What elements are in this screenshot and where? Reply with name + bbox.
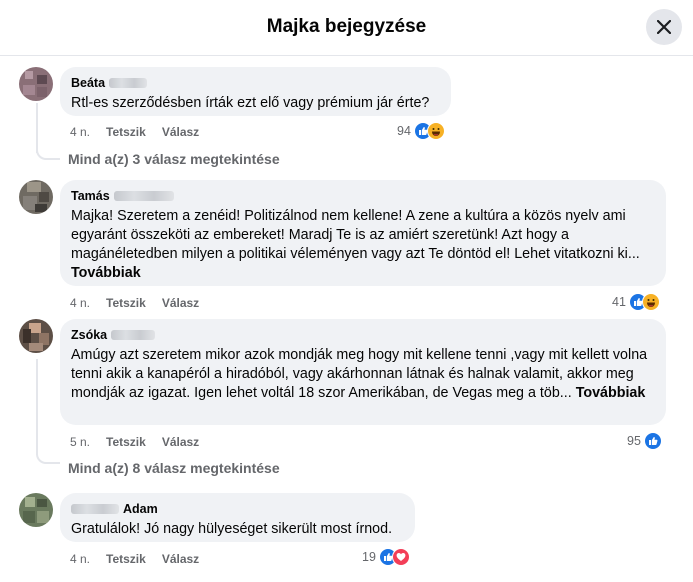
close-button[interactable]	[646, 9, 682, 45]
reaction-count: 41	[612, 295, 626, 309]
comment-text: Amúgy azt szeretem mikor azok mondják me…	[71, 347, 648, 401]
blurred-name	[71, 504, 119, 514]
like-icon	[643, 432, 662, 450]
comment-time[interactable]: 4 n.	[70, 125, 90, 139]
comment-actions: 4 n. Tetszik Válasz	[70, 552, 199, 566]
comment-time[interactable]: 4 n.	[70, 552, 90, 566]
avatar[interactable]	[19, 493, 53, 527]
thread-line	[36, 103, 38, 153]
reply-button[interactable]: Válasz	[162, 435, 199, 449]
comment-author[interactable]: Zsóka	[71, 327, 655, 343]
see-more-link[interactable]: Továbbiak	[71, 265, 141, 281]
reaction-summary[interactable]: 41	[612, 293, 660, 311]
dialog-title: Majka bejegyzése	[266, 16, 427, 37]
close-icon	[657, 20, 671, 34]
reply-button[interactable]: Válasz	[162, 125, 199, 139]
blurred-name	[113, 191, 174, 201]
blurred-name	[111, 330, 156, 340]
comment-author[interactable]: Beáta	[71, 75, 440, 91]
comment-text: Gratulálok! Jó nagy hülyeséget sikerült …	[71, 521, 393, 537]
see-more-link[interactable]: Továbbiak	[576, 385, 646, 401]
reaction-count: 95	[627, 434, 641, 448]
comment-actions: 4 n. Tetszik Válasz	[70, 125, 199, 139]
comment-actions: 5 n. Tetszik Válasz	[70, 435, 199, 449]
avatar[interactable]	[19, 180, 53, 214]
thread-line	[36, 359, 38, 455]
comment-bubble: Zsóka Amúgy azt szeretem mikor azok mond…	[60, 319, 666, 425]
comment-bubble: Adam Gratulálok! Jó nagy hülyeséget sike…	[60, 493, 415, 542]
avatar[interactable]	[19, 67, 53, 101]
reply-button[interactable]: Válasz	[162, 552, 199, 566]
comment-bubble: Tamás Majka! Szeretem a zenéid! Politizá…	[60, 180, 666, 286]
haha-icon	[641, 293, 660, 311]
reaction-summary[interactable]: 95	[627, 432, 662, 450]
view-replies-link[interactable]: Mind a(z) 3 válasz megtekintése	[68, 151, 280, 167]
like-button[interactable]: Tetszik	[106, 296, 146, 310]
reply-button[interactable]: Válasz	[162, 296, 199, 310]
thread-curve	[36, 148, 60, 160]
comment-author[interactable]: Adam	[71, 501, 404, 517]
like-button[interactable]: Tetszik	[106, 435, 146, 449]
comment-author[interactable]: Tamás	[71, 188, 655, 204]
reaction-summary[interactable]: 19	[362, 548, 410, 566]
comment-text: Rtl-es szerződésben írták ezt elő vagy p…	[71, 95, 430, 111]
reaction-count: 94	[397, 124, 411, 138]
comment-bubble: Beáta Rtl-es szerződésben írták ezt elő …	[60, 67, 451, 116]
comment-time[interactable]: 5 n.	[70, 435, 90, 449]
reaction-summary[interactable]: 94	[397, 122, 445, 140]
dialog-header: Majka bejegyzése	[0, 0, 693, 56]
blurred-name	[109, 78, 148, 88]
comment-time[interactable]: 4 n.	[70, 296, 90, 310]
thread-curve	[36, 452, 60, 464]
comment-text: Majka! Szeretem a zenéid! Politizálnod n…	[71, 208, 640, 281]
avatar[interactable]	[19, 319, 53, 353]
view-replies-link[interactable]: Mind a(z) 8 válasz megtekintése	[68, 460, 280, 476]
haha-icon	[426, 122, 445, 140]
comment-actions: 4 n. Tetszik Válasz	[70, 296, 199, 310]
like-button[interactable]: Tetszik	[106, 552, 146, 566]
love-icon	[391, 548, 410, 566]
like-button[interactable]: Tetszik	[106, 125, 146, 139]
reaction-count: 19	[362, 550, 376, 564]
